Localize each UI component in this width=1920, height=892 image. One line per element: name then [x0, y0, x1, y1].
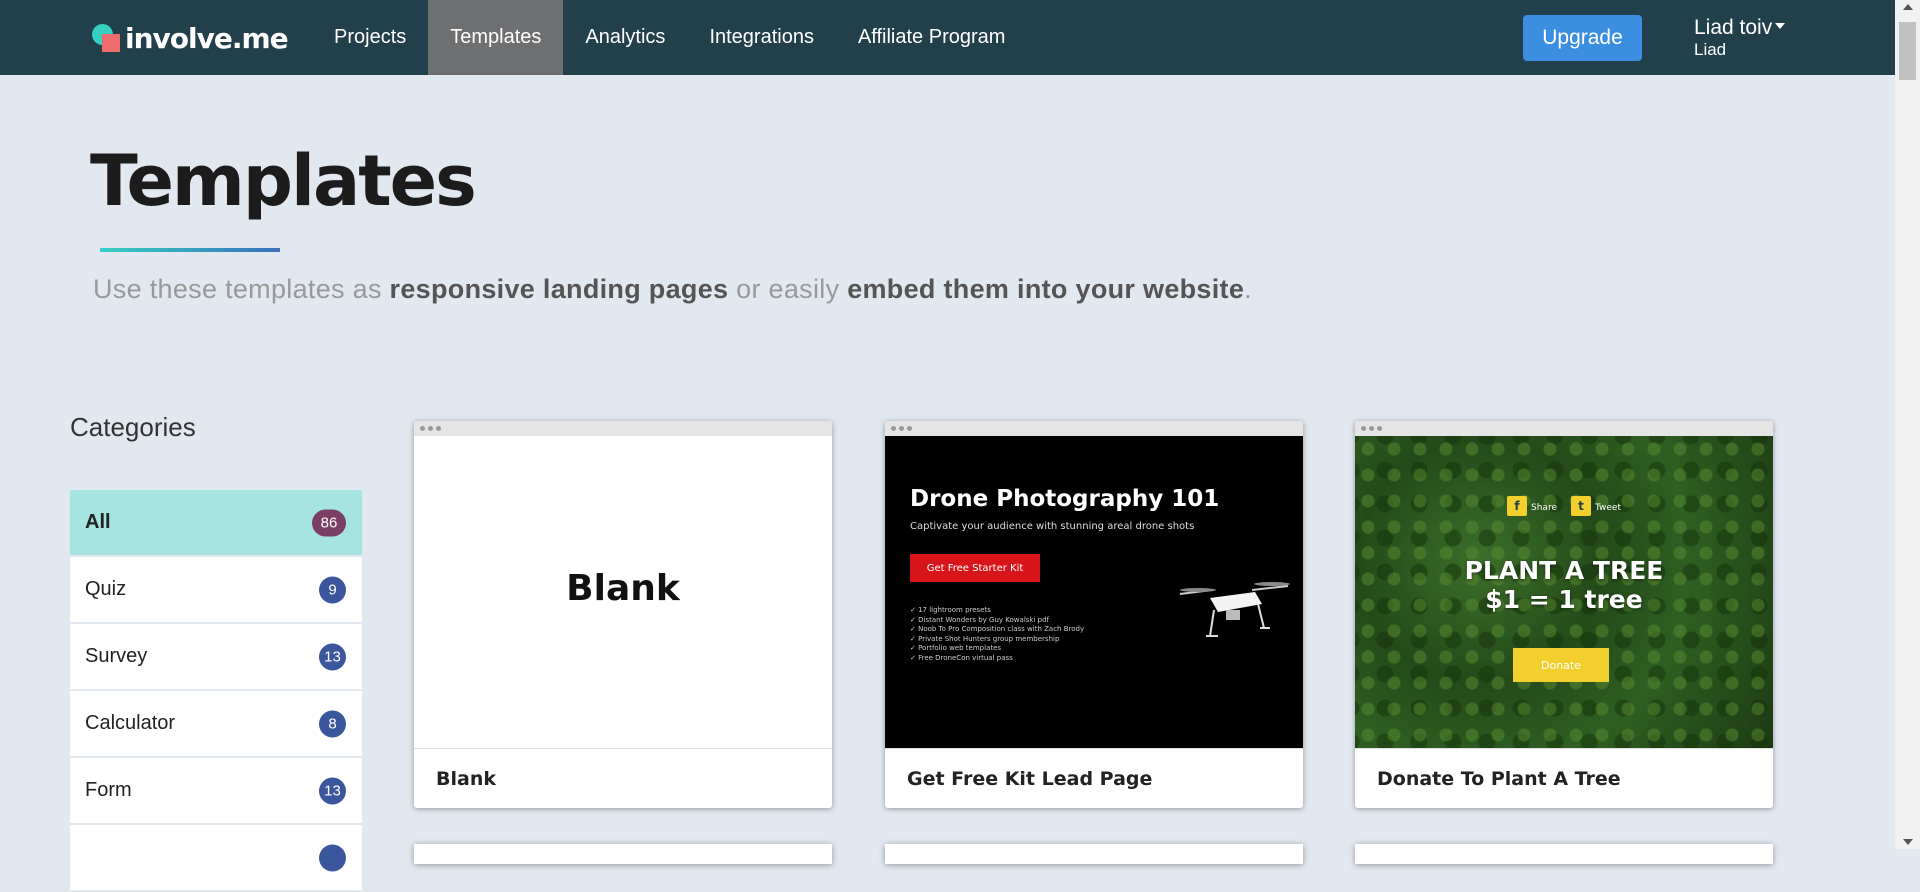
- template-preview: Drone Photography 101 Captivate your aud…: [885, 436, 1303, 748]
- nav-integrations[interactable]: Integrations: [687, 0, 836, 75]
- template-preview: Blank: [414, 436, 832, 748]
- category-label: Form: [85, 779, 132, 801]
- category-count-badge: 13: [319, 643, 346, 670]
- preview-heading: Drone Photography 101: [910, 486, 1220, 512]
- template-title: Get Free Kit Lead Page: [885, 748, 1303, 809]
- scroll-thumb[interactable]: [1899, 22, 1916, 80]
- category-list: All 86 Quiz 9 Survey 13 Calculator 8 For…: [70, 490, 362, 892]
- user-name: Liad toiv: [1694, 16, 1773, 39]
- category-count-badge: 8: [319, 710, 346, 737]
- template-card-partial[interactable]: [885, 844, 1303, 864]
- browser-bar: [885, 421, 1303, 436]
- template-card-partial[interactable]: [414, 844, 832, 864]
- preview-text: Blank: [566, 568, 680, 609]
- nav-analytics[interactable]: Analytics: [563, 0, 687, 75]
- nav-templates[interactable]: Templates: [428, 0, 564, 75]
- browser-bar: [414, 421, 832, 436]
- template-card-get-free-kit[interactable]: Drone Photography 101 Captivate your aud…: [885, 421, 1303, 808]
- category-label: All: [85, 511, 111, 533]
- template-card-donate-plant-tree[interactable]: f Share t Tweet PLANT A TREE $1 = 1 tree D…: [1355, 421, 1773, 808]
- logo-text: involve.me: [125, 21, 289, 55]
- user-workspace: Liad: [1694, 40, 1727, 59]
- user-menu[interactable]: Liad toiv Liad: [1694, 16, 1786, 60]
- preview-donate-button: Donate: [1513, 648, 1609, 682]
- category-label: Survey: [85, 645, 148, 667]
- category-form[interactable]: Form 13: [70, 758, 362, 825]
- template-card-blank[interactable]: Blank Blank: [414, 421, 832, 808]
- title-underline: [100, 248, 280, 252]
- caret-down-icon: [1775, 23, 1786, 29]
- preview-social-buttons: f Share t Tweet: [1355, 496, 1773, 516]
- browser-bar: [1355, 421, 1773, 436]
- category-count-badge: 13: [319, 777, 346, 804]
- category-next-partial[interactable]: [70, 825, 362, 892]
- nav-projects[interactable]: Projects: [312, 0, 428, 75]
- template-preview: f Share t Tweet PLANT A TREE $1 = 1 tree D…: [1355, 436, 1773, 748]
- category-count-badge: 86: [312, 509, 346, 536]
- involve-me-logo[interactable]: involve.me: [92, 20, 289, 56]
- scroll-down-arrow-icon[interactable]: [1903, 839, 1913, 845]
- facebook-icon: f: [1507, 496, 1528, 516]
- page-title: Templates: [90, 140, 477, 222]
- category-count-badge: 9: [319, 576, 346, 603]
- category-all[interactable]: All 86: [70, 490, 362, 557]
- top-navbar: involve.me Projects Templates Analytics …: [0, 0, 1895, 75]
- template-title: Donate To Plant A Tree: [1355, 748, 1773, 809]
- category-quiz[interactable]: Quiz 9: [70, 557, 362, 624]
- page-scrollbar[interactable]: [1895, 0, 1920, 849]
- category-count-badge: [319, 844, 346, 871]
- page-subtitle: Use these templates as responsive landin…: [93, 274, 1252, 304]
- scroll-up-arrow-icon[interactable]: [1903, 4, 1913, 10]
- logo-mark-icon: [92, 22, 122, 54]
- template-title: Blank: [414, 748, 832, 809]
- upgrade-button[interactable]: Upgrade: [1523, 15, 1642, 61]
- preview-subheading: Captivate your audience with stunning ar…: [910, 521, 1195, 532]
- drone-icon: [1179, 582, 1290, 637]
- template-card-partial[interactable]: [1355, 844, 1773, 864]
- categories-heading: Categories: [70, 412, 196, 442]
- preview-feature-list: ✓ 17 lightroom presets ✓ Distant Wonders…: [910, 606, 1085, 662]
- category-survey[interactable]: Survey 13: [70, 624, 362, 691]
- preview-heading: PLANT A TREE $1 = 1 tree: [1464, 556, 1664, 614]
- category-label: Calculator: [85, 712, 176, 734]
- twitter-icon: t: [1571, 496, 1591, 516]
- nav-affiliate-program[interactable]: Affiliate Program: [836, 0, 1027, 75]
- category-label: Quiz: [85, 578, 127, 600]
- category-calculator[interactable]: Calculator 8: [70, 691, 362, 758]
- main-nav: Projects Templates Analytics Integration…: [312, 0, 1027, 75]
- preview-cta-button: Get Free Starter Kit: [910, 554, 1040, 582]
